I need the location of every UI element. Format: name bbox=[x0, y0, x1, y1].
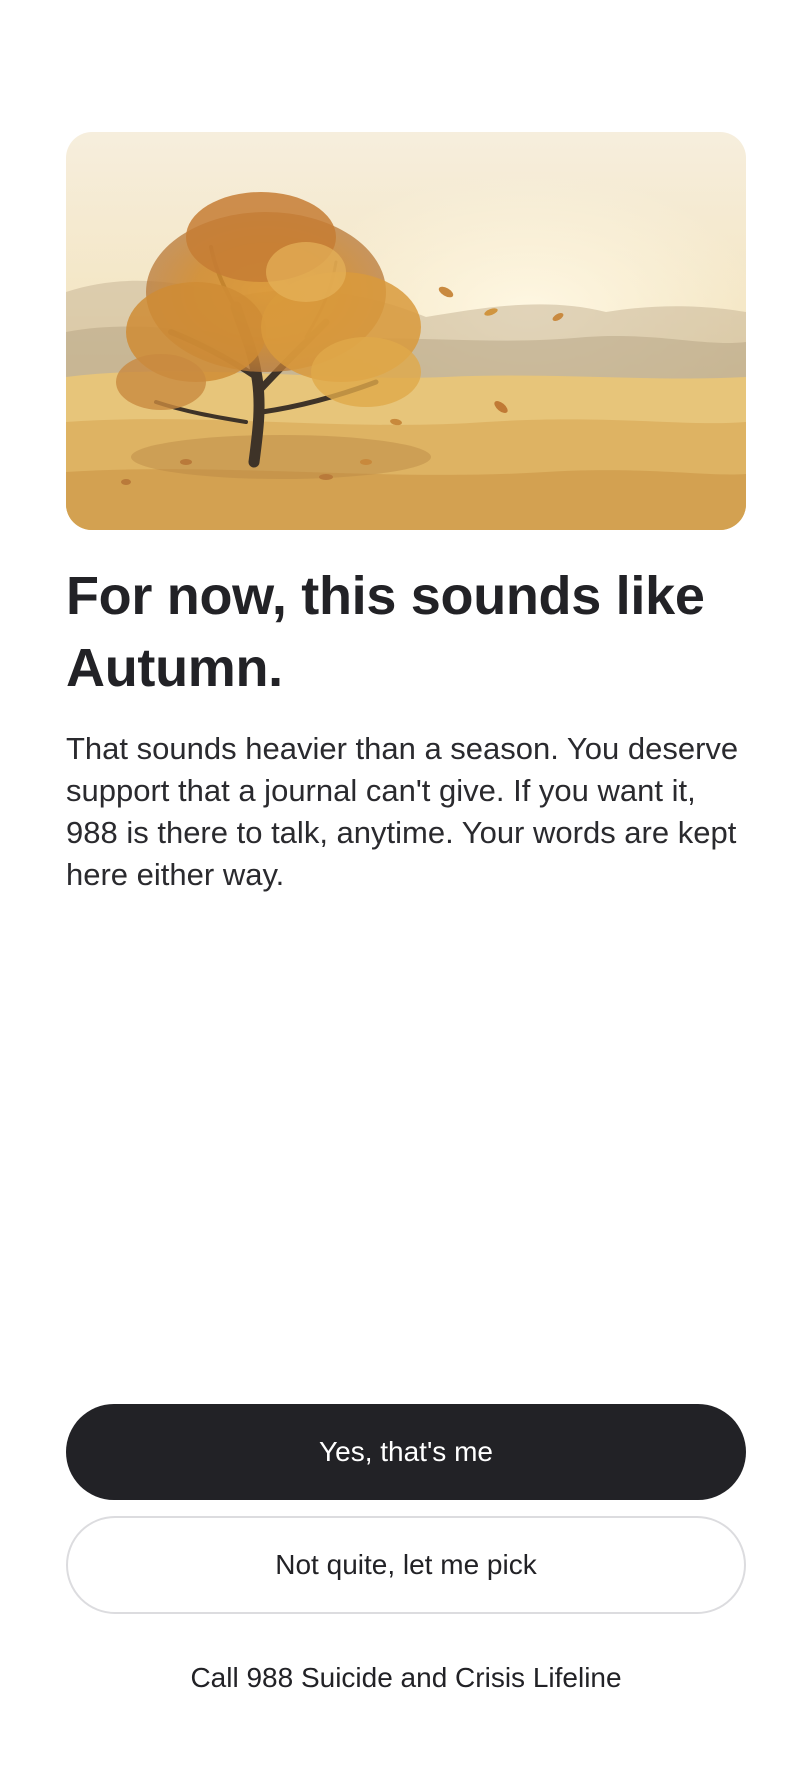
autumn-tree-illustration bbox=[66, 132, 746, 530]
crisis-lifeline-link[interactable]: Call 988 Suicide and Crisis Lifeline bbox=[66, 1658, 746, 1698]
autumn-tree-icon bbox=[66, 132, 746, 530]
season-result-screen: For now, this sounds like Autumn. That s… bbox=[0, 0, 812, 1774]
result-headline: For now, this sounds like Autumn. bbox=[66, 566, 705, 698]
result-message: That sounds heavier than a season. You d… bbox=[66, 731, 739, 892]
confirm-button[interactable]: Yes, that's me bbox=[66, 1404, 746, 1500]
pick-season-button[interactable]: Not quite, let me pick bbox=[66, 1516, 746, 1614]
